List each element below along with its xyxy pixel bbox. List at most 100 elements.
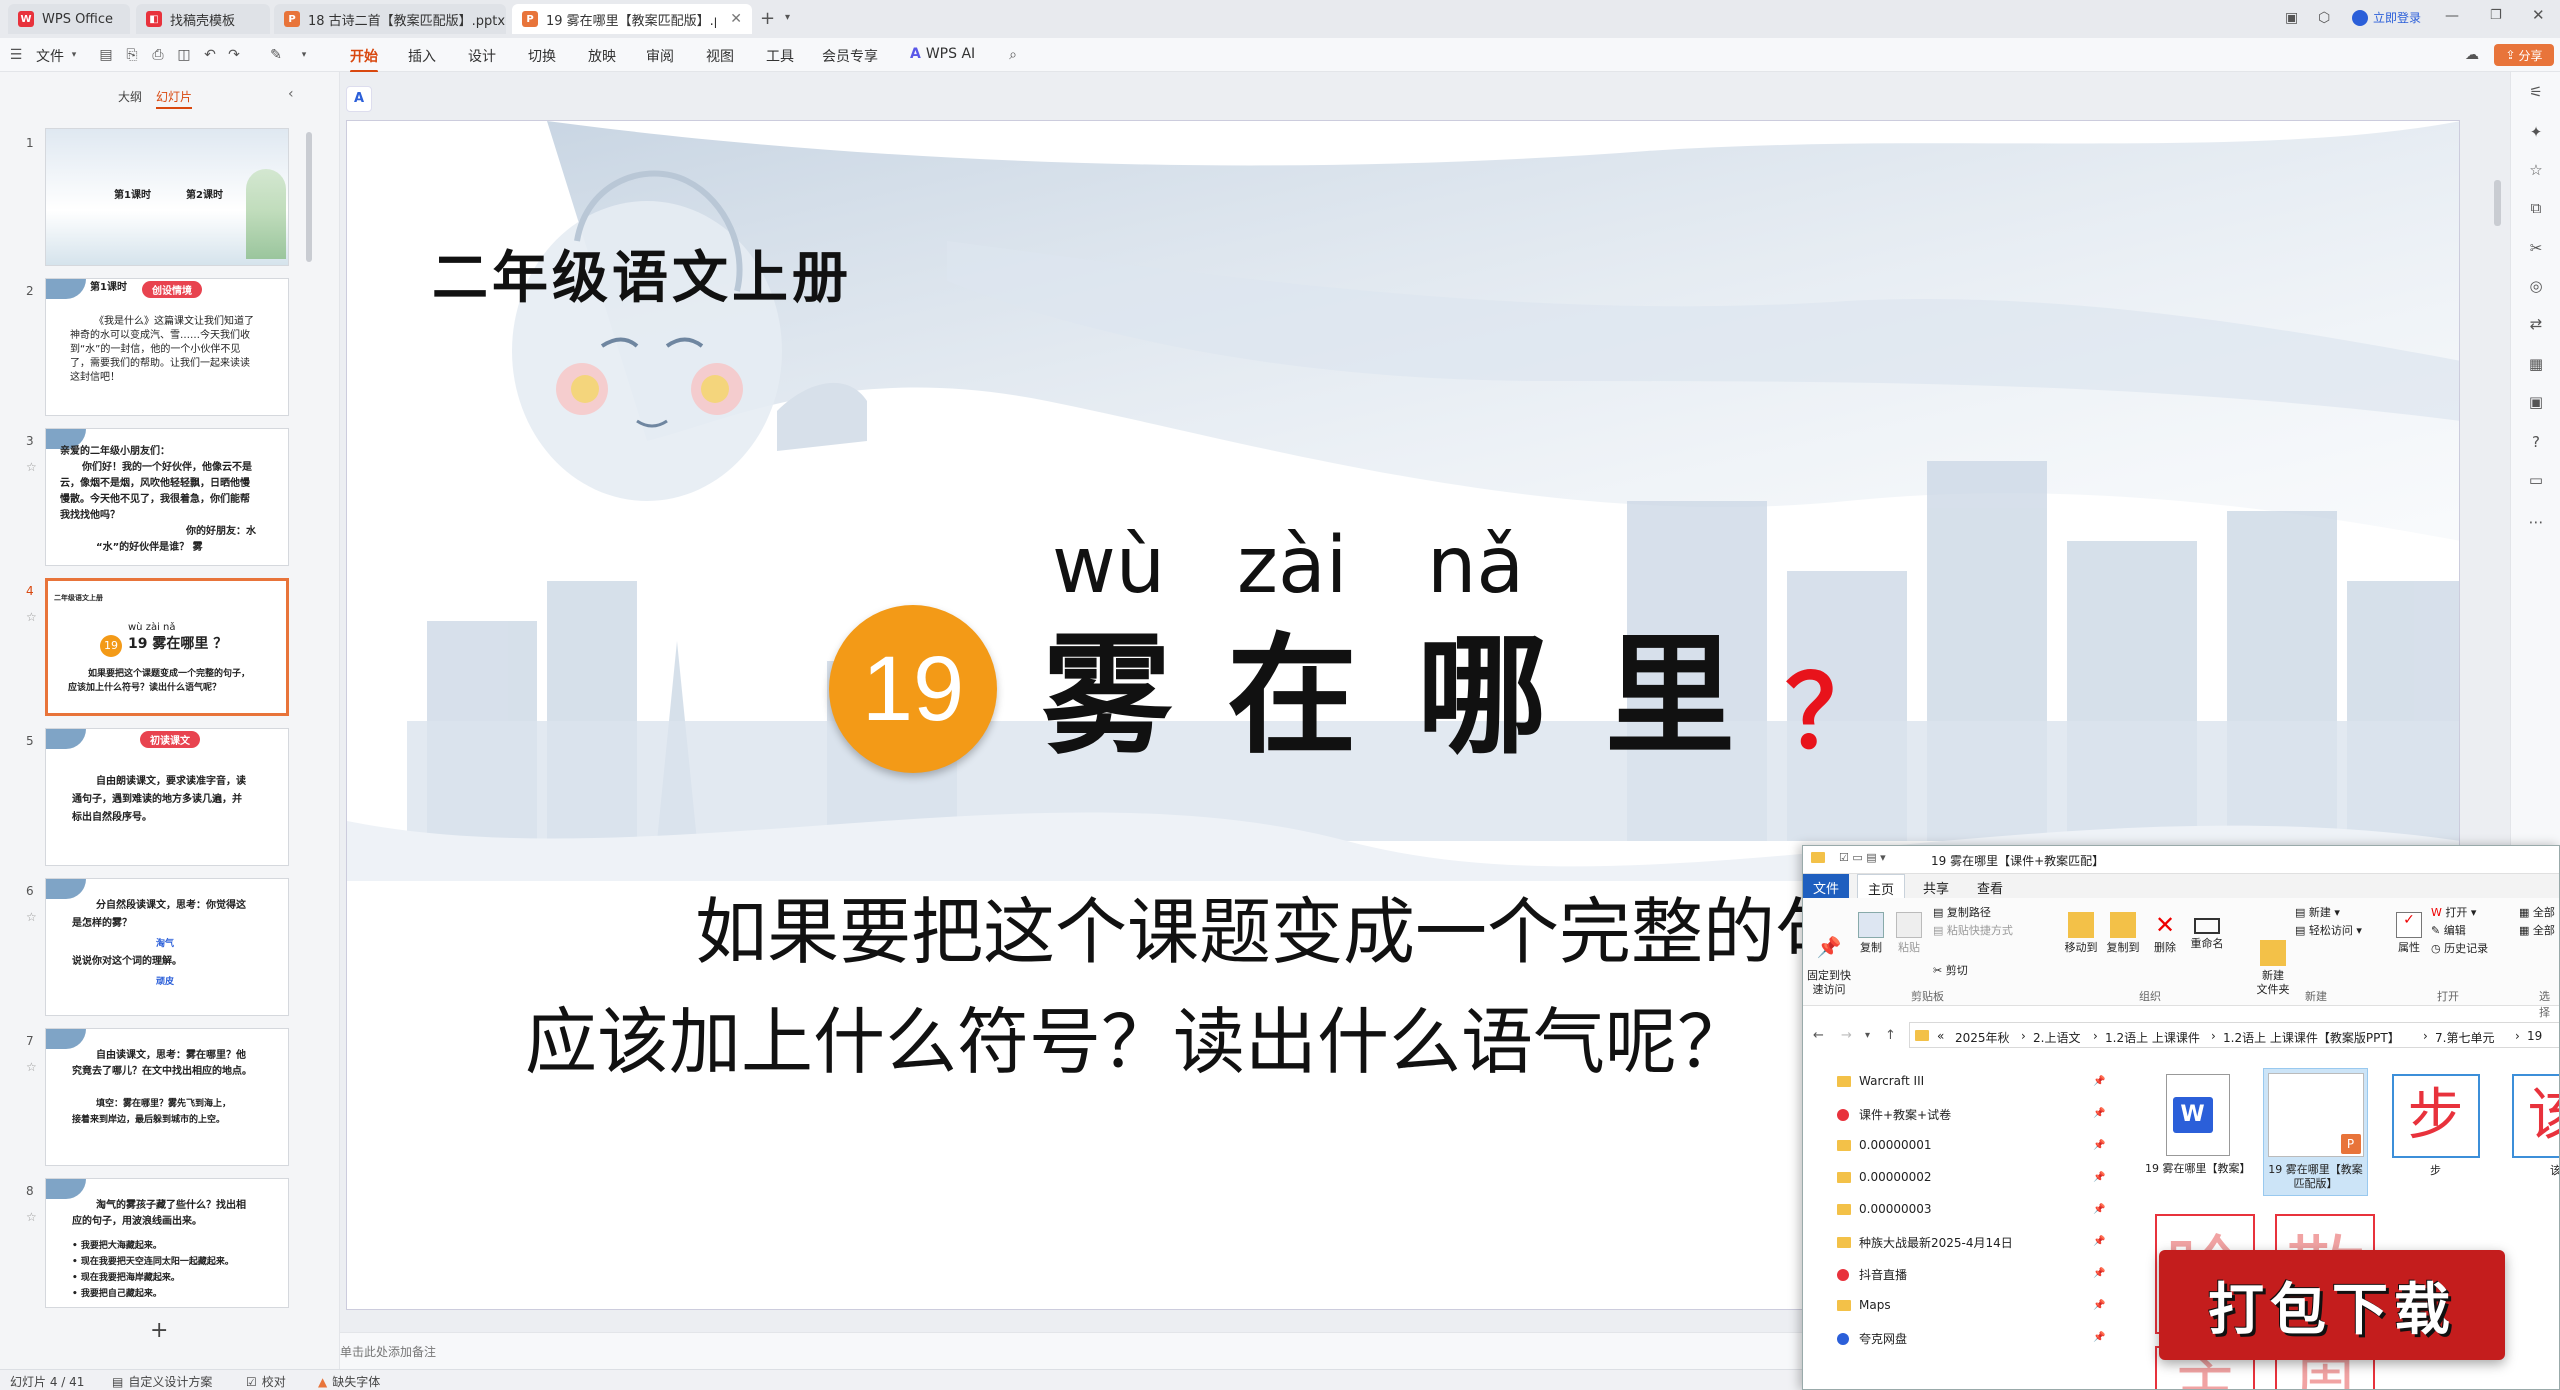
- hamburger-icon[interactable]: ☰: [8, 47, 24, 63]
- breadcrumb-item[interactable]: 1.2语上 上课课件【教案版PPT】: [2223, 1029, 2400, 1046]
- breadcrumb-overflow[interactable]: «: [1937, 1029, 1944, 1043]
- format-painter-icon[interactable]: ✎: [268, 47, 284, 63]
- star-icon[interactable]: ☆: [26, 1210, 37, 1224]
- menu-slideshow[interactable]: 放映: [588, 46, 616, 66]
- pin-icon[interactable]: 📌: [2093, 1140, 2105, 1151]
- ribbon-tab-share[interactable]: 共享: [1913, 874, 1959, 901]
- rename-button[interactable]: 重命名: [2187, 912, 2227, 951]
- file-item-word[interactable]: W 19 雾在哪里【教案】: [2145, 1074, 2251, 1176]
- pin-icon[interactable]: 📌: [2093, 1108, 2105, 1119]
- cloud-icon[interactable]: ☁: [2464, 47, 2480, 63]
- canvas-scrollbar[interactable]: [2494, 180, 2501, 226]
- star-icon[interactable]: ☆: [26, 610, 37, 624]
- menu-design[interactable]: 设计: [468, 46, 496, 66]
- nav-item-race-war[interactable]: 种族大战最新2025-4月14日: [1837, 1234, 2013, 1251]
- edit-button[interactable]: ✎ 编辑: [2431, 924, 2466, 938]
- slide-thumbnail-3[interactable]: 亲爱的二年级小朋友们： 你们好！我的一个好伙伴，他像云不是 云，像烟不是烟，风吹…: [45, 428, 289, 566]
- paste-button[interactable]: 粘贴: [1891, 912, 1927, 955]
- share-panel-icon[interactable]: ⇄: [2526, 314, 2546, 334]
- menu-transition[interactable]: 切换: [528, 46, 556, 66]
- copy-path-button[interactable]: ▤ 复制路径: [1933, 906, 1991, 920]
- collapse-panel-icon[interactable]: ‹: [288, 86, 294, 102]
- login-button[interactable]: 立即登录: [2352, 9, 2421, 26]
- tab-template[interactable]: ◧ 找稿壳模板: [136, 4, 270, 34]
- nav-item-0-3[interactable]: 0.00000003: [1837, 1202, 1932, 1216]
- nav-item-quark[interactable]: 夸克网盘: [1837, 1330, 1907, 1347]
- pin-icon[interactable]: 📌: [2093, 1236, 2105, 1247]
- more-icon[interactable]: ⋯: [2526, 512, 2546, 532]
- pin-icon[interactable]: 📌: [2093, 1204, 2105, 1215]
- easy-access-button[interactable]: ▤ 轻松访问 ▾: [2295, 924, 2362, 938]
- comment-icon[interactable]: ▭: [2526, 470, 2546, 490]
- nav-item-douyin[interactable]: 抖音直播: [1837, 1266, 1907, 1283]
- quick-access-toolbar-icon[interactable]: ☑ ▭ ▤ ▾: [1839, 851, 1886, 864]
- slide-thumbnail-6[interactable]: 分自然段读课文，思考：你觉得这 是怎样的雾？ 淘气 说说你对这个词的理解。 顽皮: [45, 878, 289, 1016]
- new-item-button[interactable]: ▤ 新建 ▾: [2295, 906, 2340, 920]
- tab-wps-office[interactable]: W WPS Office: [8, 4, 130, 34]
- tab-ppt-18[interactable]: P 18 古诗二首【教案匹配版】.pptx: [274, 4, 506, 34]
- layers-icon[interactable]: ⧉: [2526, 198, 2546, 218]
- pin-icon[interactable]: 📌: [2093, 1300, 2105, 1311]
- star-icon[interactable]: ☆: [26, 1060, 37, 1074]
- pin-icon[interactable]: 📌: [2093, 1268, 2105, 1279]
- sliders-icon[interactable]: ⚟: [2526, 82, 2546, 102]
- select-none-button[interactable]: ▦ 全部: [2519, 924, 2555, 938]
- preview-icon[interactable]: ◫: [176, 47, 192, 63]
- slide-thumbnail-4[interactable]: 二年级语文上册 wù zài nǎ 19 19 雾在哪里 ？ 如果要把这个课题变…: [45, 578, 289, 716]
- print-icon[interactable]: ⎙: [150, 47, 166, 63]
- tools-icon[interactable]: ✂: [2526, 238, 2546, 258]
- star-icon[interactable]: ☆: [26, 910, 37, 924]
- image-panel-icon[interactable]: ▣: [2526, 392, 2546, 412]
- up-icon[interactable]: ↑: [1885, 1028, 1896, 1043]
- move-to-button[interactable]: 移动到: [2061, 912, 2101, 955]
- menu-tools[interactable]: 工具: [766, 46, 794, 66]
- star-icon[interactable]: ☆: [26, 460, 37, 474]
- breadcrumb-item[interactable]: 19: [2527, 1029, 2542, 1043]
- ribbon-tab-file[interactable]: 文件: [1803, 874, 1850, 901]
- menu-view[interactable]: 视图: [706, 46, 734, 66]
- select-all-button[interactable]: ▦ 全部: [2519, 906, 2555, 920]
- file-item-char-bu[interactable]: 步 步: [2383, 1074, 2488, 1178]
- chevron-down-icon[interactable]: ▾: [66, 47, 82, 63]
- nav-item-0-1[interactable]: 0.00000001: [1837, 1138, 1932, 1152]
- pin-icon[interactable]: 📌: [2093, 1172, 2105, 1183]
- close-tab-icon[interactable]: ✕: [720, 11, 742, 27]
- menu-insert[interactable]: 插入: [408, 46, 436, 66]
- history-button[interactable]: ◷ 历史记录: [2431, 942, 2488, 956]
- breadcrumb-item[interactable]: 1.2语上 上课课件: [2105, 1029, 2200, 1046]
- ai-assist-icon[interactable]: A: [346, 86, 372, 112]
- delete-button[interactable]: ✕ 删除: [2147, 912, 2183, 955]
- cut-button[interactable]: ✂ 剪切: [1933, 964, 1968, 978]
- ribbon-tab-view[interactable]: 查看: [1967, 874, 2013, 901]
- download-package-banner[interactable]: 打包下载: [2159, 1250, 2505, 1360]
- slide-thumbnail-5[interactable]: 初读课文 自由朗读课文，要求读准字音，读 通句子，遇到难读的地方多读几遍，并 标…: [45, 728, 289, 866]
- slide-thumbnail-8[interactable]: 淘气的雾孩子藏了些什么？找出相 应的句子，用波浪线画出来。 • 我要把大海藏起来…: [45, 1178, 289, 1308]
- pin-icon[interactable]: 📌: [2093, 1332, 2105, 1343]
- add-slide-button[interactable]: +: [150, 1318, 168, 1343]
- breadcrumb-item[interactable]: 2025年秋: [1955, 1029, 2010, 1046]
- nav-item-courseware[interactable]: 课件+教案+试卷: [1837, 1106, 1951, 1123]
- star-icon[interactable]: ☆: [2526, 160, 2546, 180]
- breadcrumb-item[interactable]: 2.上语文: [2033, 1029, 2080, 1046]
- minimize-icon[interactable]: —: [2445, 8, 2459, 24]
- menu-vip[interactable]: 会员专享: [822, 46, 878, 66]
- slide-thumbnail-2[interactable]: 第1课时 创设情境 《我是什么》这篇课文让我们知道了 神奇的水可以变成汽、雪………: [45, 278, 289, 416]
- custom-design-button[interactable]: ▤ 自定义设计方案: [112, 1373, 212, 1390]
- menu-review[interactable]: 审阅: [646, 46, 674, 66]
- copy-to-button[interactable]: 复制到: [2103, 912, 2143, 955]
- tab-ppt-19[interactable]: P 19 雾在哪里【教案匹配版】.p ✕: [512, 4, 752, 34]
- share-button[interactable]: ⇪ 分享: [2494, 44, 2554, 66]
- cube-icon[interactable]: ⬡: [2318, 10, 2330, 26]
- breadcrumb-item[interactable]: 7.第七单元: [2435, 1029, 2494, 1046]
- thumbnail-scrollbar[interactable]: [306, 132, 312, 262]
- save-icon[interactable]: ▤: [98, 47, 114, 63]
- copy-button[interactable]: 复制: [1853, 912, 1889, 955]
- slide-thumbnail-1[interactable]: 第1课时 第2课时: [45, 128, 289, 266]
- menu-file[interactable]: 文件: [36, 46, 64, 66]
- search-icon[interactable]: ⌕: [1005, 47, 1021, 63]
- template-panel-icon[interactable]: ▦: [2526, 354, 2546, 374]
- nav-item-0-2[interactable]: 0.00000002: [1837, 1170, 1932, 1184]
- redo-icon[interactable]: ↷: [226, 47, 242, 63]
- tab-outline[interactable]: 大纲: [118, 88, 142, 105]
- proofread-button[interactable]: ☑ 校对: [246, 1373, 286, 1390]
